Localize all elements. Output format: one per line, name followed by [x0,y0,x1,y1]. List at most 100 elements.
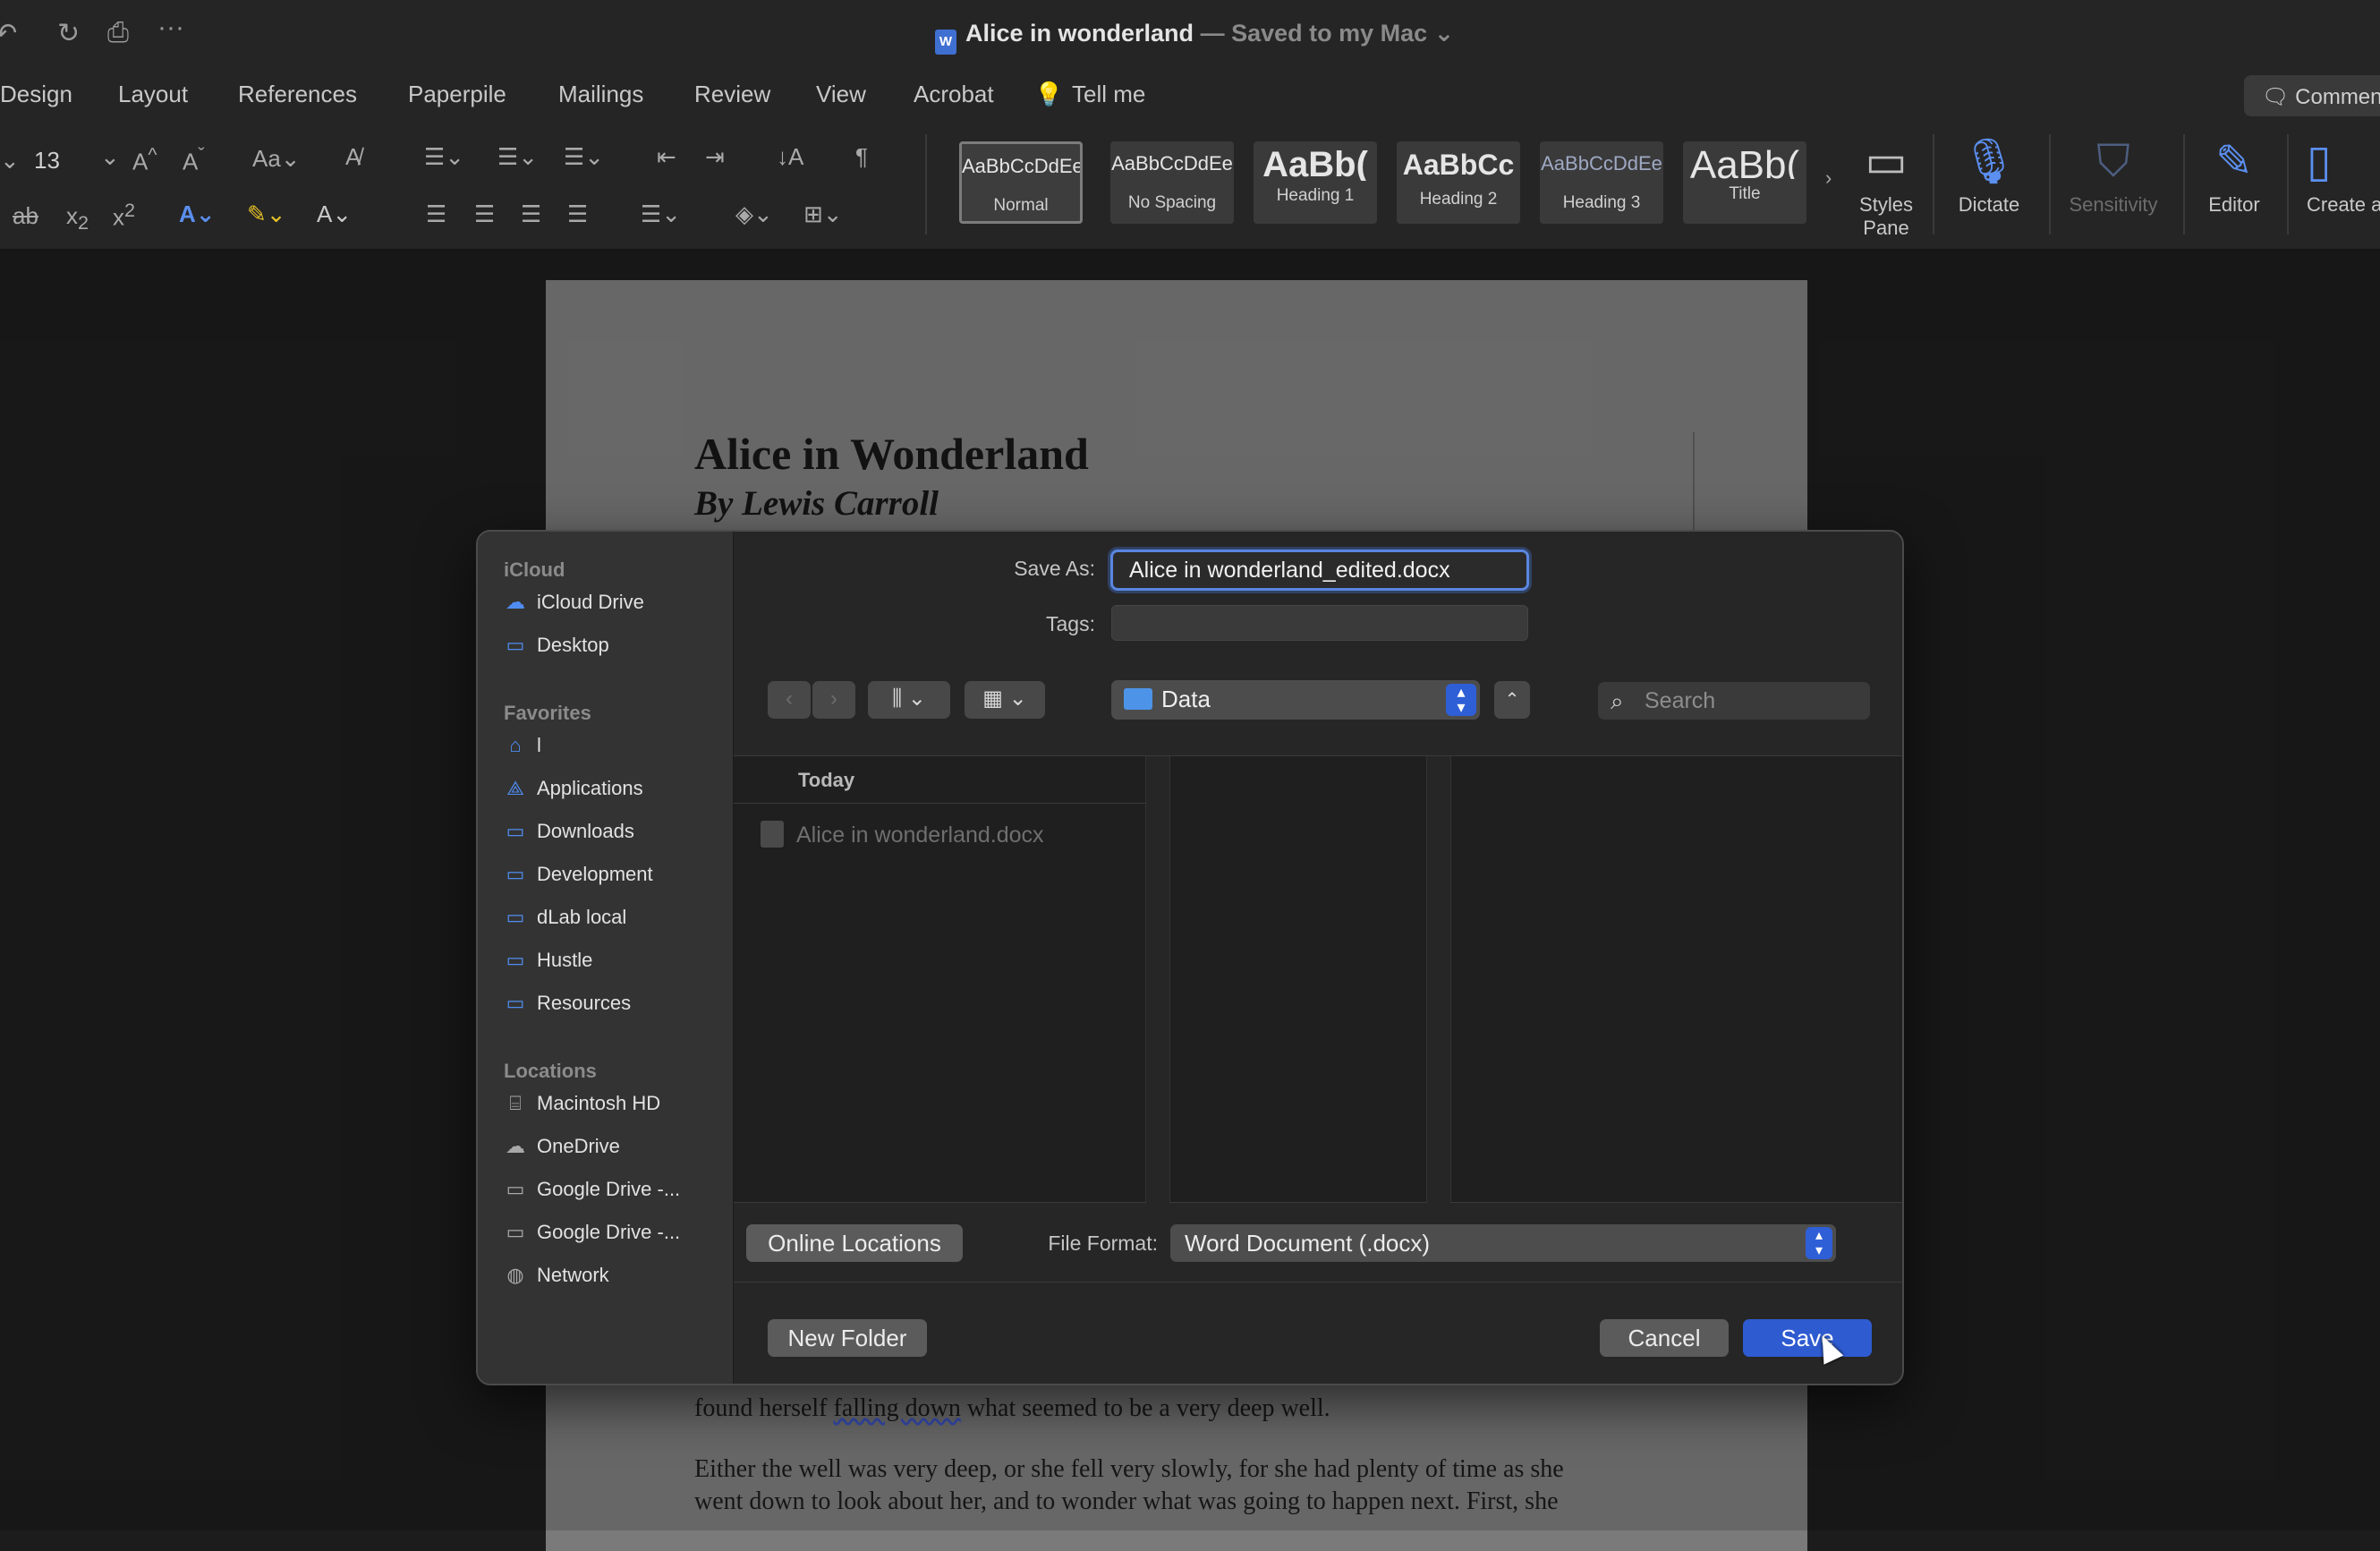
sensitivity-button[interactable]: ⛉ Sensitivity [2060,134,2167,217]
more-icon[interactable]: ··· [157,13,184,43]
redo-icon[interactable]: ↻ [57,18,80,49]
tab-acrobat[interactable]: Acrobat [914,81,994,108]
back-button[interactable]: ‹ [768,681,811,719]
align-right-icon[interactable]: ☰ [521,200,541,228]
sidebar-item-development[interactable]: ▭ Development [503,863,727,899]
column-resize-handle[interactable] [1426,756,1451,1204]
sidebar-item-hustle[interactable]: ▭ Hustle [503,949,727,984]
file-format-label: File Format: [1048,1231,1158,1255]
font-size-chevron-icon[interactable]: ⌄ [100,143,120,171]
search-field[interactable]: ⌕ Search [1598,682,1870,720]
align-left-icon[interactable]: ☰ [426,200,446,228]
tab-review[interactable]: Review [694,81,770,108]
house-icon: ⌂ [509,734,522,756]
subscript-icon[interactable]: x2 [66,202,89,234]
tell-me-search[interactable]: Tell me [1072,81,1145,108]
divider [734,803,1145,804]
justify-icon[interactable]: ☰ [567,200,588,228]
sidebar-item-home[interactable]: ⌂ l [503,734,727,770]
sidebar-item-network[interactable]: ◍ Network [503,1264,727,1300]
increase-font-size-icon[interactable]: A^ [132,143,157,176]
location-popup[interactable]: Data ▴ ▾ [1111,680,1480,720]
sidebar-item-macintosh-hd[interactable]: ⌸ Macintosh HD [503,1092,727,1128]
tab-view[interactable]: View [816,81,866,108]
undo-icon[interactable]: ↶ [0,18,17,49]
popup-stepper-icon: ▴ ▾ [1806,1227,1832,1259]
clear-formatting-icon[interactable]: A̸ [345,143,361,171]
numbering-icon[interactable]: ☰⌄ [497,143,538,171]
increase-indent-icon[interactable]: ⇥ [705,143,725,171]
highlight-icon[interactable]: ✎⌄ [247,200,286,228]
window-title[interactable]: W Alice in wonderland — Saved to my Mac ⌄ [935,20,1454,55]
sidebar-item-resources[interactable]: ▭ Resources [503,992,727,1027]
style-heading-1[interactable]: AaBb( Heading 1 [1254,141,1377,224]
forward-button[interactable]: › [812,681,855,719]
sidebar-header-locations: Locations [504,1060,597,1082]
superscript-icon[interactable]: x2 [113,199,135,232]
save-as-field[interactable]: Alice in wonderland_edited.docx [1110,550,1529,591]
search-icon: ⌕ [1611,687,1624,714]
sidebar-item-dlab-local[interactable]: ▭ dLab local [503,906,727,942]
column-resize-handle[interactable] [1145,756,1170,1204]
save-button[interactable]: Save [1743,1319,1872,1357]
sidebar-item-applications[interactable]: ⟁ Applications [503,777,727,813]
change-case-icon[interactable]: Aa⌄ [252,145,301,173]
line-spacing-icon[interactable]: ☰⌄ [641,200,681,228]
decrease-font-size-icon[interactable]: Aˇ [183,143,205,176]
styles-gallery-next-icon[interactable]: › [1825,166,1832,190]
style-no-spacing[interactable]: AaBbCcDdEe No Spacing [1110,141,1234,224]
sort-icon[interactable]: ↓A [777,143,803,171]
shading-icon[interactable]: ◈⌄ [735,200,773,228]
dictate-button[interactable]: 🎙 Dictate [1949,134,2029,217]
show-formatting-icon[interactable]: ¶ [855,143,868,171]
tab-design[interactable]: Design [0,81,72,108]
tab-references[interactable]: References [238,81,357,108]
sidebar-item-desktop[interactable]: ▭ Desktop [503,634,727,669]
sidebar-item-onedrive[interactable]: ☁ OneDrive [503,1135,727,1171]
style-heading-3[interactable]: AaBbCcDdEe Heading 3 [1540,141,1663,224]
file-item[interactable]: Alice in wonderland.docx [761,821,1044,848]
divider [734,1282,1902,1283]
style-normal[interactable]: AaBbCcDdEe Normal [959,141,1083,224]
comments-button[interactable]: 🗨 Commen [2244,75,2380,116]
microphone-icon: 🎙 [1960,136,2018,186]
align-center-icon[interactable]: ☰ [474,200,495,228]
grid-icon: ▦ ⌄ [982,686,1027,711]
font-name-chevron-icon[interactable]: ⌄ [0,147,20,175]
print-icon[interactable]: ⎙ [107,18,129,48]
folder-icon: ▭ [506,992,525,1014]
styles-pane-button[interactable]: ▭ Styles Pane [1850,134,1922,240]
tab-layout[interactable]: Layout [118,81,188,108]
tags-field[interactable] [1111,605,1528,641]
decrease-indent-icon[interactable]: ⇤ [657,143,676,171]
ribbon-tabs: Design Layout References Paperpile Maili… [0,72,2380,116]
strikethrough-icon[interactable]: ab [13,202,38,230]
cancel-button[interactable]: Cancel [1600,1319,1729,1357]
editor-button[interactable]: ✎ Editor [2197,134,2271,217]
ribbon-divider [2183,134,2185,234]
folder-icon: ▭ [506,820,525,842]
text-effects-icon[interactable]: A⌄ [179,200,216,228]
style-heading-2[interactable]: AaBbCc Heading 2 [1397,141,1520,224]
file-format-popup[interactable]: Word Document (.docx) ▴ ▾ [1170,1224,1836,1262]
applications-icon: ⟁ [506,777,524,799]
sidebar-item-downloads[interactable]: ▭ Downloads [503,820,727,856]
sidebar-item-icloud-drive[interactable]: ☁ iCloud Drive [503,591,727,626]
new-folder-button[interactable]: New Folder [768,1319,927,1357]
borders-icon[interactable]: ⊞⌄ [803,200,843,228]
view-mode-button[interactable]: ⫼ ⌄ [868,681,950,719]
create-adobe-pdf-button[interactable]: ▯ Create a Adob [2307,134,2380,217]
bullets-icon[interactable]: ☰⌄ [424,143,464,171]
tab-mailings[interactable]: Mailings [558,81,643,108]
multilevel-list-icon[interactable]: ☰⌄ [564,143,604,171]
style-title[interactable]: AaBb( Title [1683,141,1806,224]
font-color-icon[interactable]: A⌄ [317,200,352,228]
online-locations-button[interactable]: Online Locations [746,1224,963,1262]
sidebar-item-google-drive-2[interactable]: ▭ Google Drive -... [503,1221,727,1257]
globe-icon: ◍ [506,1264,524,1286]
font-size-field[interactable]: 13 [34,147,60,175]
tab-paperpile[interactable]: Paperpile [408,81,506,108]
sidebar-item-google-drive-1[interactable]: ▭ Google Drive -... [503,1178,727,1214]
expand-collapse-button[interactable]: ⌃ [1494,681,1530,719]
group-by-button[interactable]: ▦ ⌄ [965,681,1045,719]
